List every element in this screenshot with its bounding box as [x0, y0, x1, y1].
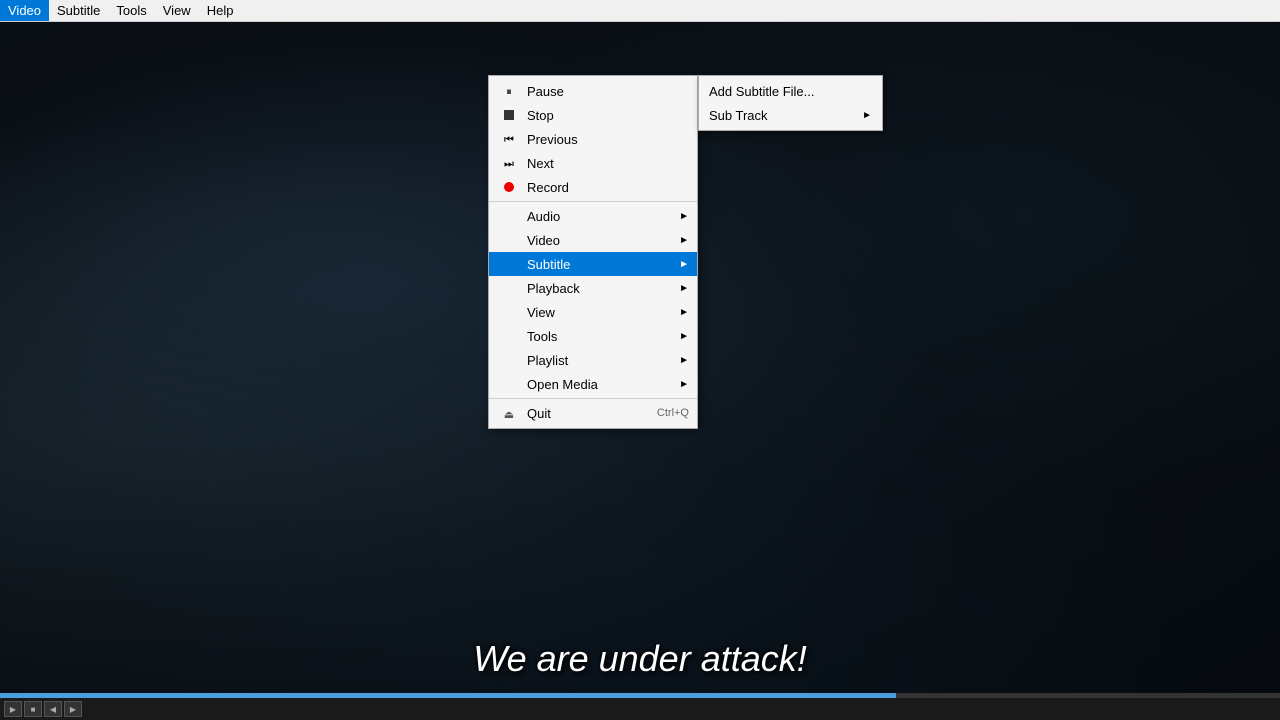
menu-view[interactable]: View — [155, 0, 199, 21]
sub-add-subtitle-file[interactable]: Add Subtitle File... — [699, 79, 882, 103]
menubar: Video Subtitle Tools View Help — [0, 0, 1280, 22]
ctx-previous[interactable]: Previous — [489, 127, 697, 151]
stop-button[interactable]: ■ — [24, 701, 42, 717]
next-button[interactable]: ▶ — [64, 701, 82, 717]
ctx-playlist[interactable]: Playlist ► — [489, 348, 697, 372]
ctx-subtitle[interactable]: Subtitle ► — [489, 252, 697, 276]
context-menu: Pause Stop Previous Next Record Audio ► … — [488, 75, 698, 429]
controls-bar: ▶ ■ ◀ ▶ — [0, 698, 1280, 720]
quit-icon — [499, 406, 519, 421]
sub-sub-track[interactable]: Sub Track ► — [699, 103, 882, 127]
menu-help[interactable]: Help — [199, 0, 242, 21]
play-pause-button[interactable]: ▶ — [4, 701, 22, 717]
menu-tools[interactable]: Tools — [108, 0, 154, 21]
ctx-pause[interactable]: Pause — [489, 79, 697, 103]
pause-icon — [499, 83, 519, 99]
ctx-stop[interactable]: Stop — [489, 103, 697, 127]
menu-video[interactable]: Video — [0, 0, 49, 21]
separator-2 — [489, 398, 697, 399]
ctx-record[interactable]: Record — [489, 175, 697, 199]
ctx-next[interactable]: Next — [489, 151, 697, 175]
prev-button[interactable]: ◀ — [44, 701, 62, 717]
stop-icon — [499, 110, 519, 120]
ctx-quit[interactable]: Quit Ctrl+Q — [489, 401, 697, 425]
ctx-audio[interactable]: Audio ► — [489, 204, 697, 228]
next-icon — [499, 155, 519, 171]
submenu-subtitle: Add Subtitle File... Sub Track ► — [698, 75, 883, 131]
ctx-view[interactable]: View ► — [489, 300, 697, 324]
record-icon — [499, 182, 519, 192]
previous-icon — [499, 131, 519, 147]
ctx-video[interactable]: Video ► — [489, 228, 697, 252]
ctx-tools[interactable]: Tools ► — [489, 324, 697, 348]
separator-1 — [489, 201, 697, 202]
ctx-playback[interactable]: Playback ► — [489, 276, 697, 300]
menu-subtitle[interactable]: Subtitle — [49, 0, 108, 21]
ctx-open-media[interactable]: Open Media ► — [489, 372, 697, 396]
